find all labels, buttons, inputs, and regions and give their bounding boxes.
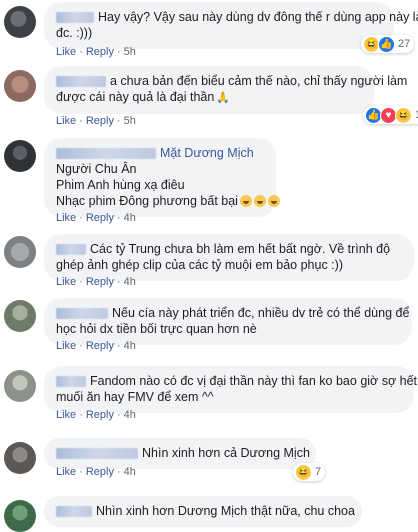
comment-text: Fandom nào có đc vị đại thần này thì fan…	[90, 374, 418, 388]
like-link[interactable]: Like	[56, 276, 76, 288]
comment-actions: Like · Reply · 4h	[56, 340, 136, 352]
reactions-summary[interactable]: 👍 ♥ 😆 12	[363, 106, 418, 124]
like-link[interactable]: Like	[56, 409, 76, 421]
reply-link[interactable]: Reply	[86, 340, 114, 352]
avatar[interactable]	[4, 500, 36, 532]
comment-actions: Like · Reply · 4h	[56, 466, 136, 478]
avatar[interactable]	[4, 140, 36, 172]
like-link[interactable]: Like	[56, 212, 76, 224]
like-link[interactable]: Like	[56, 115, 76, 127]
comment-bubble: Mặt Dương Mịch Người Chu Ân Phim Anh hùn…	[44, 138, 280, 217]
author-name[interactable]	[56, 148, 156, 160]
comment-text: Nhạc phim Đông phương bất bại	[56, 194, 238, 208]
reply-link[interactable]: Reply	[86, 212, 114, 224]
comment-bubble: Nhìn xinh hơn Dương Mịch thật nữa, chu c…	[44, 496, 362, 527]
like-link[interactable]: Like	[56, 466, 76, 478]
reply-link[interactable]: Reply	[86, 409, 114, 421]
reaction-count: 7	[315, 466, 322, 478]
haha-icon: 😆	[395, 106, 412, 124]
like-link[interactable]: Like	[56, 46, 76, 58]
timestamp[interactable]: 4h	[124, 466, 136, 478]
comment-text: đc. :)))	[56, 26, 93, 40]
comment-text: Hay vậy? Vậy sau này dùng dv đông thế r …	[98, 10, 418, 24]
folded-hands-icon: 🙏	[216, 92, 231, 104]
comment-text: ghép ảnh ghép clip của các tỷ muội em bả…	[56, 258, 343, 272]
laughing-emoji-icon	[253, 195, 266, 207]
comment-bubble: Nhìn xinh hơn cả Dương Mịch	[44, 438, 316, 469]
timestamp[interactable]: 4h	[124, 276, 136, 288]
comment-actions: Like · Reply · 5h	[56, 46, 136, 58]
laughing-emoji-icon	[239, 195, 252, 207]
timestamp[interactable]: 4h	[124, 340, 136, 352]
comment-actions: Like · Reply · 4h	[56, 276, 136, 288]
comment-text: Nếu cía này phát triển đc, nhiều dv trẻ …	[112, 306, 410, 320]
timestamp[interactable]: 5h	[124, 115, 136, 127]
comment-text: muối ăn hay FMV để xem ^^	[56, 390, 214, 404]
like-icon: 👍	[378, 35, 395, 53]
author-name[interactable]	[56, 244, 86, 256]
comment-bubble: Fandom nào có đc vị đại thần này thì fan…	[44, 366, 418, 413]
comment-actions: Like · Reply · 4h	[56, 409, 136, 421]
comment-text: Người Chu Ân	[56, 162, 137, 176]
comment-text: Nhìn xinh hơn cả Dương Mịch	[142, 446, 310, 460]
comment-bubble: Hay vậy? Vậy sau này dùng dv đông thế r …	[44, 2, 418, 49]
reactions-summary[interactable]: 😆 7	[293, 463, 326, 481]
avatar[interactable]	[4, 6, 36, 38]
comment-text: Các tỷ Trung chưa bh làm em hết bất ngờ.…	[90, 242, 391, 256]
comment-text: học hỏi dx tiền bối trực quan hơn nè	[56, 322, 257, 336]
laughing-emoji-icon	[267, 195, 280, 207]
reaction-count: 27	[398, 38, 411, 50]
avatar[interactable]	[4, 300, 36, 332]
author-name[interactable]	[56, 308, 108, 320]
reply-link[interactable]: Reply	[86, 276, 114, 288]
author-name[interactable]	[56, 506, 92, 518]
reply-link[interactable]: Reply	[86, 115, 114, 127]
author-name[interactable]	[56, 448, 138, 460]
reply-link[interactable]: Reply	[86, 466, 114, 478]
timestamp[interactable]: 5h	[124, 46, 136, 58]
comment-actions: Like · Reply · 5h	[56, 115, 136, 127]
timestamp[interactable]: 4h	[124, 212, 136, 224]
like-link[interactable]: Like	[56, 340, 76, 352]
comment-text: a chưa bản đến biểu cảm thế nào, chỉ thấ…	[110, 74, 408, 88]
mention-tag[interactable]: Mặt Dương Mịch	[160, 146, 254, 160]
reactions-summary[interactable]: 😆 👍 27	[361, 35, 415, 53]
avatar[interactable]	[4, 442, 36, 474]
avatar[interactable]	[4, 370, 36, 402]
avatar[interactable]	[4, 236, 36, 268]
author-name[interactable]	[56, 12, 94, 24]
reply-link[interactable]: Reply	[86, 46, 114, 58]
comment-actions: Like · Reply · 4h	[56, 212, 136, 224]
avatar[interactable]	[4, 70, 36, 102]
comment-bubble: Nếu cía này phát triển đc, nhiều dv trẻ …	[44, 298, 412, 345]
comment-text: Nhìn xinh hơn Dương Mịch thật nữa, chu c…	[96, 504, 355, 518]
comment-text: được cái này quả là đại thần	[56, 90, 215, 104]
timestamp[interactable]: 4h	[124, 409, 136, 421]
comment-bubble: Các tỷ Trung chưa bh làm em hết bất ngờ.…	[44, 234, 414, 281]
author-name[interactable]	[56, 376, 86, 388]
comment-bubble: a chưa bản đến biểu cảm thế nào, chỉ thấ…	[44, 66, 407, 114]
comment-text: Phim Anh hùng xạ điêu	[56, 178, 185, 192]
haha-icon: 😆	[295, 463, 312, 481]
author-name[interactable]	[56, 76, 106, 88]
